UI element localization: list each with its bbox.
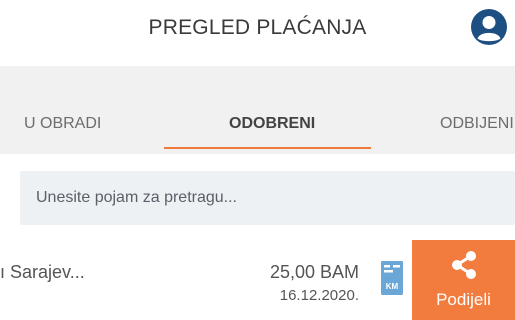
app-header: PREGLED PLAĆANJA (0, 0, 515, 66)
payment-recipient: ı Sarajev... (0, 262, 85, 282)
payment-date: 16.12.2020. (279, 287, 359, 304)
tab-u-obradi[interactable]: U OBRADI (24, 115, 101, 133)
payment-amount: 25,00 BAM (269, 262, 359, 282)
user-icon[interactable] (470, 8, 508, 46)
tab-odobreni[interactable]: ODOBRENI (229, 115, 315, 133)
search-box (20, 171, 515, 225)
km-document-icon: KM (381, 261, 403, 295)
share-button[interactable]: Podijeli (412, 240, 515, 320)
active-tab-indicator (164, 147, 371, 149)
tab-odbijeni[interactable]: ODBIJENI (440, 115, 514, 133)
search-area (0, 154, 515, 240)
tab-bar: U OBRADI ODOBRENI ODBIJENI (0, 66, 515, 154)
search-input[interactable] (36, 171, 496, 225)
share-button-label: Podijeli (436, 290, 491, 309)
svg-text:KM: KM (386, 282, 399, 291)
share-icon (452, 251, 476, 279)
page-title: PREGLED PLAĆANJA (148, 16, 367, 39)
